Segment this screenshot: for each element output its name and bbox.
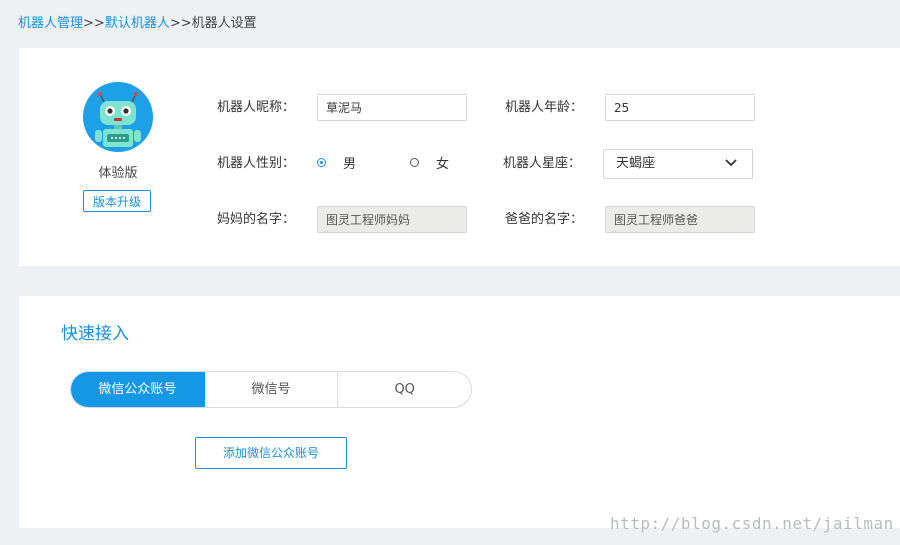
age-field[interactable]: [605, 94, 755, 121]
robot-avatar-icon: [83, 82, 153, 152]
zodiac-label: 机器人星座：: [503, 156, 582, 171]
nickname-field[interactable]: [317, 94, 467, 121]
gender-label: 机器人性别：: [217, 156, 296, 171]
tab-wechat-id[interactable]: 微信号: [205, 372, 339, 407]
breadcrumb-default-robot[interactable]: 默认机器人: [105, 16, 170, 31]
chevron-down-icon: [725, 159, 737, 167]
quick-access-panel: [19, 296, 900, 528]
edition-label: 体验版: [98, 166, 138, 181]
tab-qq[interactable]: QQ: [338, 372, 471, 407]
breadcrumb-separator: >>: [83, 16, 105, 31]
zodiac-select[interactable]: 天蝎座: [603, 149, 753, 179]
channel-tabs: 微信公众账号 微信号 QQ: [70, 371, 472, 408]
gender-option-male: 男: [343, 157, 357, 172]
quick-access-title: 快速接入: [61, 324, 129, 344]
watermark: http://blog.csdn.net/jailman: [610, 514, 894, 533]
breadcrumb-current: 机器人设置: [191, 16, 257, 31]
mother-name-label: 妈妈的名字：: [217, 212, 296, 227]
mother-name-field: [317, 206, 467, 233]
father-name-label: 爸爸的名字：: [505, 212, 584, 227]
add-wechat-official-account-button[interactable]: 添加微信公众账号: [195, 437, 347, 469]
zodiac-selected-value: 天蝎座: [616, 156, 656, 171]
gender-radio-female[interactable]: 女: [410, 153, 449, 172]
breadcrumb-separator: >>: [169, 16, 192, 31]
robot-settings-panel: [19, 48, 900, 266]
radio-checked-icon: [317, 158, 326, 167]
upgrade-button[interactable]: 版本升级: [83, 190, 151, 212]
gender-option-female: 女: [436, 157, 450, 172]
radio-unchecked-icon: [410, 158, 419, 167]
breadcrumb: 机器人管理>>默认机器人>>机器人设置: [18, 12, 257, 31]
tab-wechat-official-account[interactable]: 微信公众账号: [71, 372, 205, 407]
father-name-field: [605, 206, 755, 233]
nickname-label: 机器人昵称：: [217, 100, 296, 115]
breadcrumb-robot-management[interactable]: 机器人管理: [18, 16, 83, 31]
gender-radio-male[interactable]: 男: [317, 153, 356, 172]
age-label: 机器人年龄：: [505, 100, 584, 115]
